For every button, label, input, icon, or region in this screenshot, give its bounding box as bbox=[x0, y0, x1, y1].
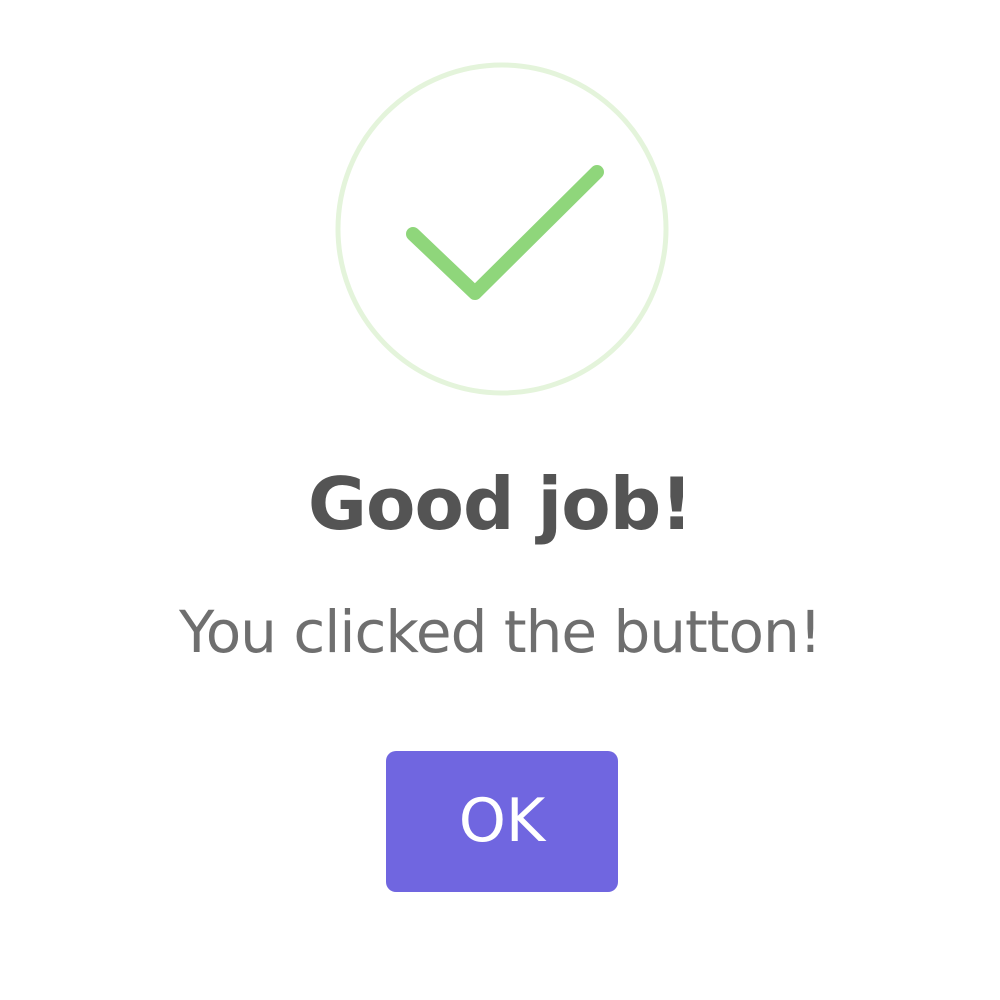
dialog-title: Good job! bbox=[307, 462, 693, 546]
dialog-message: You clicked the button! bbox=[178, 598, 822, 666]
success-dialog: Good job! You clicked the button! OK bbox=[0, 0, 1000, 1000]
ok-button[interactable]: OK bbox=[386, 751, 618, 892]
success-check-icon bbox=[334, 61, 670, 397]
